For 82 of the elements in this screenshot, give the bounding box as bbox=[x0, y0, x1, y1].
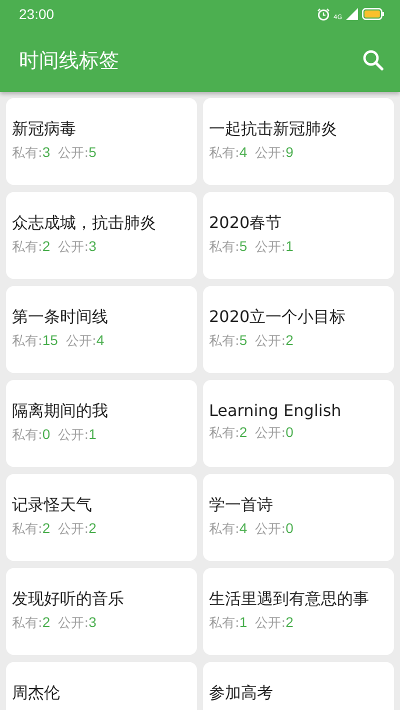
public-count: 2 bbox=[88, 520, 96, 536]
private-count: 4 bbox=[239, 144, 248, 160]
tag-card[interactable]: 第一条时间线 私有:15 公开:4 bbox=[6, 286, 197, 373]
public-label: 公开: bbox=[58, 615, 89, 632]
private-count: 5 bbox=[239, 332, 248, 348]
private-count: 2 bbox=[42, 614, 50, 630]
tag-card[interactable]: 众志成城，抗击肺炎 私有:2 公开:3 bbox=[6, 192, 197, 279]
public-label: 公开: bbox=[255, 239, 286, 256]
public-count: 2 bbox=[286, 614, 294, 630]
private-label: 私有: bbox=[209, 333, 240, 350]
tag-title: 生活里遇到有意思的事 bbox=[209, 589, 370, 610]
tag-title: 2020立一个小目标 bbox=[209, 307, 347, 328]
tag-title: 第一条时间线 bbox=[12, 307, 109, 328]
tag-title: 众志成城，抗击肺炎 bbox=[12, 213, 157, 234]
public-count: 9 bbox=[286, 144, 294, 160]
public-label: 公开: bbox=[58, 239, 89, 256]
private-count: 2 bbox=[42, 520, 50, 536]
tag-card[interactable]: 生活里遇到有意思的事 私有:1 公开:2 bbox=[203, 568, 394, 655]
private-label: 私有: bbox=[12, 333, 42, 350]
public-count: 1 bbox=[88, 426, 96, 442]
page-title: 时间线标签 bbox=[19, 46, 119, 74]
public-label: 公开: bbox=[58, 521, 89, 538]
private-label: 私有: bbox=[12, 521, 42, 538]
private-label: 私有: bbox=[12, 239, 42, 256]
private-label: 私有: bbox=[12, 145, 42, 162]
public-label: 公开: bbox=[58, 427, 89, 444]
private-label: 私有: bbox=[209, 425, 240, 442]
tag-card[interactable]: 发现好听的音乐 私有:2 公开:3 bbox=[6, 568, 197, 655]
public-label: 公开: bbox=[58, 145, 89, 162]
tag-card[interactable]: 参加高考 bbox=[203, 662, 394, 710]
tag-title: 记录怪天气 bbox=[12, 495, 93, 516]
tag-card[interactable]: 新冠病毒 私有:3 公开:5 bbox=[6, 98, 197, 185]
tag-card[interactable]: 2020立一个小目标 私有:5 公开:2 bbox=[203, 286, 394, 373]
public-label: 公开: bbox=[66, 333, 96, 350]
public-count: 0 bbox=[286, 424, 294, 440]
tag-title: 新冠病毒 bbox=[12, 119, 77, 140]
tag-title: 周杰伦 bbox=[12, 683, 61, 704]
private-count: 4 bbox=[239, 520, 248, 536]
tag-card[interactable]: 2020春节 私有:5 公开:1 bbox=[203, 192, 394, 279]
tag-card[interactable]: 隔离期间的我 私有:0 公开:1 bbox=[6, 380, 197, 467]
tag-title: 隔离期间的我 bbox=[12, 401, 109, 422]
private-count: 2 bbox=[239, 424, 248, 440]
battery-icon bbox=[362, 8, 384, 20]
private-count: 1 bbox=[239, 614, 248, 630]
public-count: 3 bbox=[88, 614, 96, 630]
public-label: 公开: bbox=[255, 145, 286, 162]
public-label: 公开: bbox=[255, 615, 286, 632]
private-label: 私有: bbox=[12, 615, 42, 632]
signal-icon bbox=[346, 8, 358, 20]
public-count: 5 bbox=[88, 144, 96, 160]
status-time: 23:00 bbox=[19, 6, 54, 22]
private-count: 3 bbox=[42, 144, 50, 160]
private-label: 私有: bbox=[209, 239, 240, 256]
tag-title: Learning English bbox=[209, 401, 342, 420]
private-label: 私有: bbox=[209, 615, 240, 632]
public-count: 3 bbox=[88, 238, 96, 254]
private-count: 0 bbox=[42, 426, 50, 442]
tag-card[interactable]: 一起抗击新冠肺炎 私有:4 公开:9 bbox=[203, 98, 394, 185]
tag-title: 学一首诗 bbox=[209, 495, 274, 516]
private-label: 私有: bbox=[209, 145, 240, 162]
tag-title: 发现好听的音乐 bbox=[12, 589, 125, 610]
public-count: 4 bbox=[96, 332, 104, 348]
public-label: 公开: bbox=[255, 521, 286, 538]
public-label: 公开: bbox=[255, 425, 286, 442]
tag-title: 参加高考 bbox=[209, 683, 274, 704]
tag-card[interactable]: Learning English 私有:2 公开:0 bbox=[203, 380, 394, 467]
alarm-icon bbox=[316, 8, 330, 20]
private-count: 5 bbox=[239, 238, 248, 254]
tag-card[interactable]: 学一首诗 私有:4 公开:0 bbox=[203, 474, 394, 561]
tag-title: 一起抗击新冠肺炎 bbox=[209, 119, 338, 140]
private-count: 15 bbox=[42, 332, 58, 348]
private-label: 私有: bbox=[12, 427, 42, 444]
public-count: 0 bbox=[286, 520, 294, 536]
private-label: 私有: bbox=[209, 521, 240, 538]
tag-card[interactable]: 记录怪天气 私有:2 公开:2 bbox=[6, 474, 197, 561]
tag-card[interactable]: 周杰伦 bbox=[6, 662, 197, 710]
private-count: 2 bbox=[42, 238, 50, 254]
public-count: 2 bbox=[286, 332, 294, 348]
public-count: 1 bbox=[286, 238, 294, 254]
tag-title: 2020春节 bbox=[209, 213, 283, 234]
public-label: 公开: bbox=[255, 333, 286, 350]
search-icon[interactable] bbox=[362, 49, 384, 71]
